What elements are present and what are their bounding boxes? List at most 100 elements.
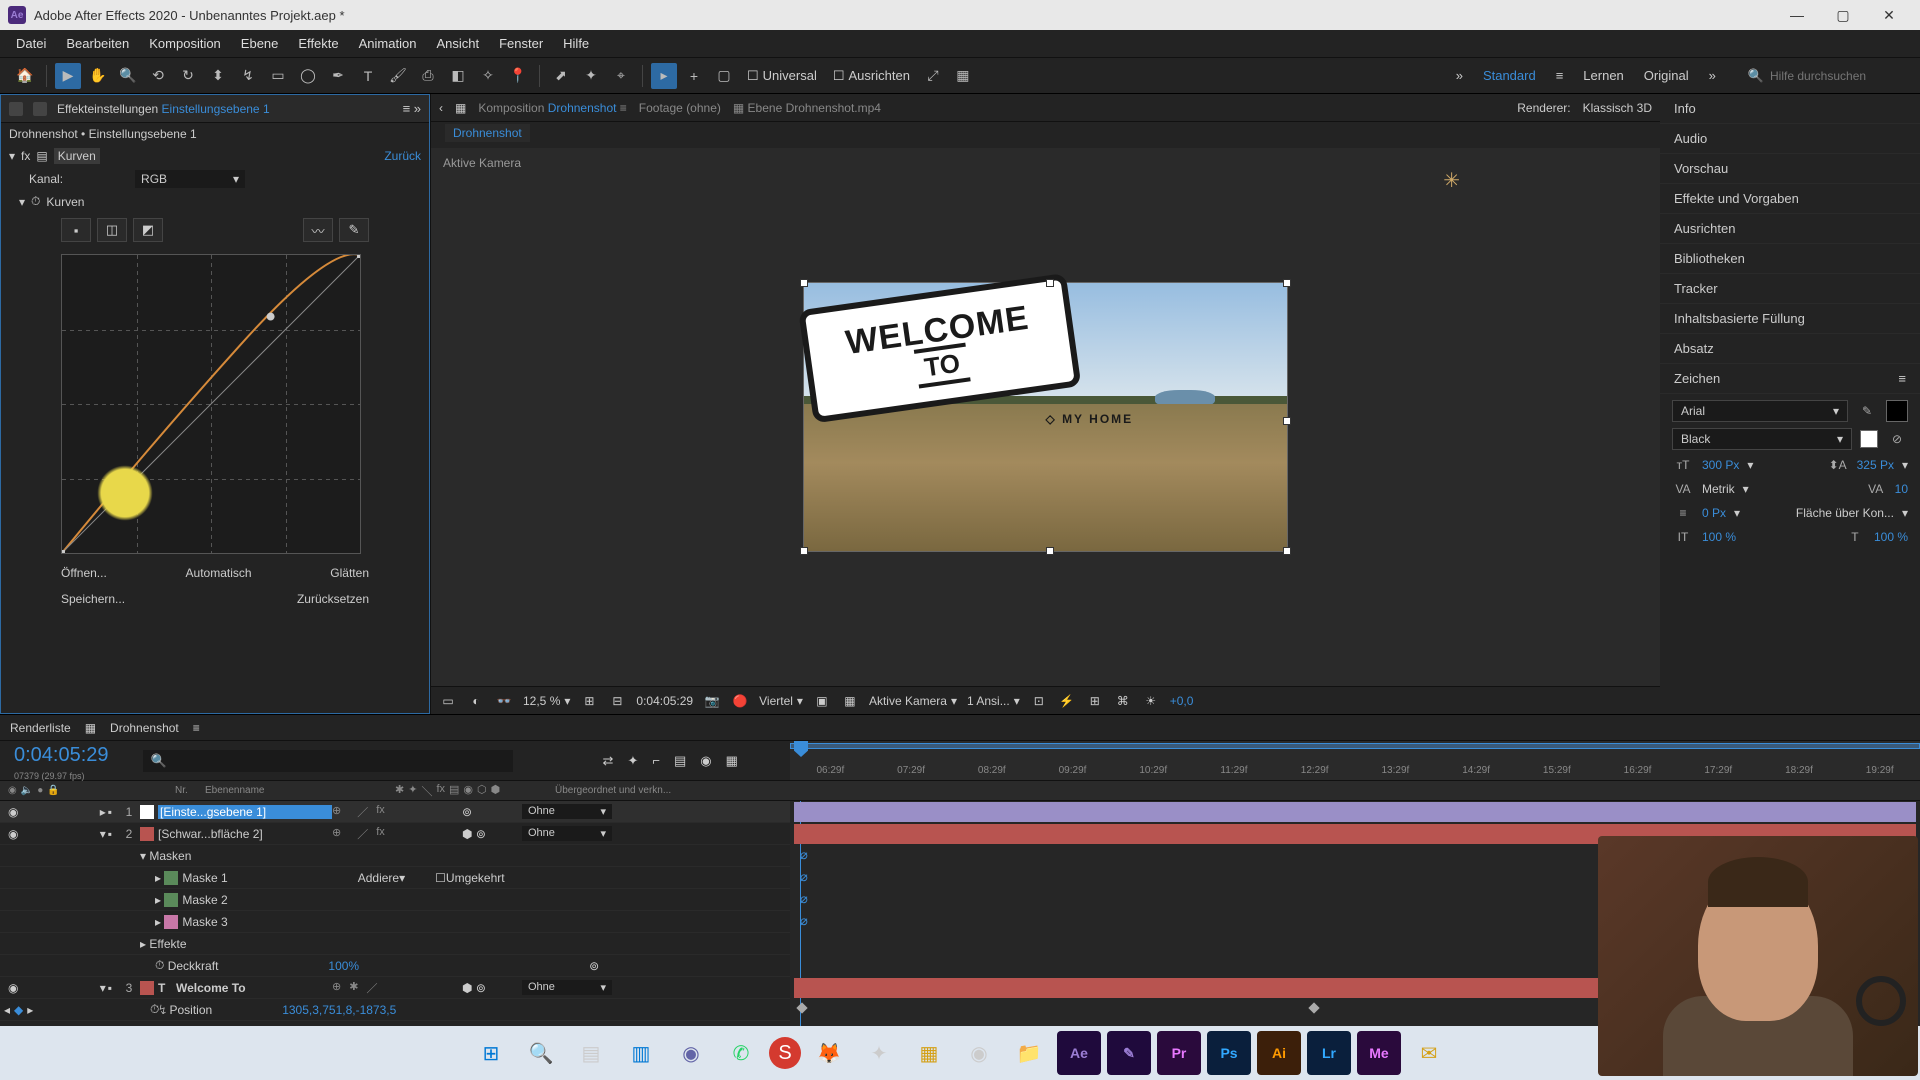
taskbar-lr[interactable]: Lr — [1307, 1031, 1351, 1075]
magnify-icon[interactable]: ▭ — [439, 693, 457, 709]
current-time-indicator[interactable] — [794, 741, 808, 780]
time-ruler[interactable]: 06:29f 07:29f 08:29f 09:29f 10:29f 11:29… — [790, 741, 1920, 781]
curves-graph[interactable] — [61, 254, 361, 554]
curve-mode-linear[interactable]: ◫ — [97, 218, 127, 242]
local-axis[interactable]: ⬈ — [548, 63, 574, 89]
layer-search[interactable]: 🔍 — [143, 750, 513, 772]
menu-ebene[interactable]: Ebene — [231, 32, 289, 55]
menu-hilfe[interactable]: Hilfe — [553, 32, 599, 55]
exposure-value[interactable]: +0,0 — [1170, 694, 1194, 708]
help-search-input[interactable] — [1770, 69, 1910, 83]
mask-2[interactable]: ▸ Maske 2 — [0, 889, 790, 911]
mask-mode-icon[interactable]: ▦ — [950, 63, 976, 89]
tab-timeline-menu[interactable]: ≡ — [193, 721, 200, 735]
col-visibility-icon[interactable]: ◉ — [8, 785, 17, 796]
panel-lock-icon[interactable] — [33, 102, 47, 116]
col-audio-icon[interactable]: 🔈 — [21, 785, 33, 796]
extra-menu-icon[interactable]: » — [1456, 68, 1463, 83]
taskbar-app-red[interactable]: S — [769, 1037, 801, 1069]
home-button[interactable]: 🏠 — [12, 63, 38, 89]
curve-mode-bezier[interactable]: ▪ — [61, 218, 91, 242]
layer-twirl[interactable]: ▾ — [100, 827, 106, 841]
minimize-button[interactable]: — — [1774, 0, 1820, 30]
curves-reset-button[interactable]: Zurücksetzen — [297, 592, 369, 606]
channel-dropdown[interactable]: RGB▾ — [135, 170, 245, 188]
effect-controls-tab[interactable]: Effekteinstellungen Einstellungsebene 1 — [57, 102, 270, 116]
world-axis[interactable]: ✦ — [578, 63, 604, 89]
tab-footage[interactable]: Footage (ohne) — [639, 101, 721, 115]
menu-ansicht[interactable]: Ansicht — [426, 32, 489, 55]
snapping-toggle[interactable]: ☐Universal — [739, 68, 825, 84]
curve-mode-freehand[interactable]: ◩ — [133, 218, 163, 242]
selection-tool[interactable]: ▶ — [55, 63, 81, 89]
layer-row-1[interactable]: ◉ ▸▪ 1 [Einste...gsebene 1] ⊕／fx ⊚ Ohne▾ — [0, 801, 790, 823]
taskbar-files[interactable]: 📁 — [1007, 1031, 1051, 1075]
view-axis[interactable]: ⌖ — [608, 63, 634, 89]
views-count-dropdown[interactable]: 1 Ansi... ▾ — [967, 694, 1020, 708]
menu-animation[interactable]: Animation — [349, 32, 427, 55]
puppet-tool[interactable]: 📍 — [505, 63, 531, 89]
panel-ausrichten[interactable]: Ausrichten — [1660, 214, 1920, 244]
tab-composition[interactable]: Komposition Drohnenshot ≡ — [478, 101, 626, 115]
taskbar-teams[interactable]: ◉ — [669, 1031, 713, 1075]
stopwatch-icon[interactable]: ⏱ — [155, 958, 164, 973]
zoom-tool[interactable]: 🔍 — [115, 63, 141, 89]
parent-pickwhip-icon[interactable]: ⊚ — [476, 981, 486, 995]
panel-info[interactable]: Info — [1660, 94, 1920, 124]
channel-icon[interactable]: 🔴 — [731, 693, 749, 709]
comp-viewer[interactable]: Aktive Kamera ✳ ◇ MY HOME WELCOME TO — [431, 148, 1660, 686]
work-area-bar[interactable] — [790, 743, 1920, 749]
roi-icon[interactable]: ▣ — [813, 693, 831, 709]
curves-smooth-button[interactable]: Glätten — [330, 566, 369, 580]
flowchart-icon[interactable]: ⌘ — [1114, 693, 1132, 709]
parent-dropdown-3[interactable]: Ohne▾ — [522, 980, 612, 995]
light-gizmo-icon[interactable]: ✳ — [1443, 168, 1460, 193]
font-family-dropdown[interactable]: Arial▾ — [1672, 400, 1848, 422]
fill-color-swatch[interactable] — [1886, 400, 1908, 422]
comp-mini-flowchart-icon[interactable]: ⇄ — [603, 753, 614, 769]
taskbar-ai[interactable]: Ai — [1257, 1031, 1301, 1075]
proportional-icon[interactable]: ⤢ — [920, 63, 946, 89]
mask-icon[interactable]: 👓 — [495, 693, 513, 709]
menu-komposition[interactable]: Komposition — [139, 32, 231, 55]
track-bar-1[interactable] — [794, 802, 1916, 822]
tab-timeline-lock[interactable]: ▦ — [85, 721, 96, 735]
taskbar-ae[interactable]: Ae — [1057, 1031, 1101, 1075]
col-solo-icon[interactable]: ● — [37, 785, 43, 796]
resolution-dropdown[interactable]: Viertel ▾ — [759, 694, 803, 708]
layer-name-1[interactable]: [Einste...gsebene 1] — [158, 805, 332, 819]
parent-pickwhip-icon[interactable]: ⊚ — [462, 805, 472, 819]
panel-content-fill[interactable]: Inhaltsbasierte Füllung — [1660, 304, 1920, 334]
position-row[interactable]: ◂◆▸ ⏱↯ Position 1305,3,751,8,-1873,5 — [0, 999, 790, 1021]
eraser-tool[interactable]: ◧ — [445, 63, 471, 89]
text-tool[interactable]: T — [355, 63, 381, 89]
graph-editor-icon[interactable]: ▦ — [726, 753, 738, 769]
snapshot-icon[interactable]: 📷 — [703, 693, 721, 709]
parent-dropdown-2[interactable]: Ohne▾ — [522, 826, 612, 841]
close-button[interactable]: ✕ — [1866, 0, 1912, 30]
font-size-value[interactable]: 300 Px — [1702, 458, 1739, 472]
renderer-value[interactable]: Klassisch 3D — [1583, 101, 1652, 115]
frame-blend-icon[interactable]: ▤ — [674, 753, 686, 769]
layer-row-3[interactable]: ◉ ▾▪ 3 T Welcome To ⊕✱／ ⬢ ⊚ Ohne▾ — [0, 977, 790, 999]
panel-audio[interactable]: Audio — [1660, 124, 1920, 154]
current-timecode[interactable]: 0:04:05:29 — [0, 740, 123, 771]
stroke-width-value[interactable]: 0 Px — [1702, 506, 1726, 520]
visibility-toggle[interactable]: ◉ — [8, 981, 18, 995]
orbit-tool[interactable]: ⟲ — [145, 63, 171, 89]
curves-twirl-icon[interactable]: ▾ — [19, 195, 25, 209]
align-toggle[interactable]: ☐Ausrichten — [825, 68, 918, 84]
taskbar-search[interactable]: 🔍 — [519, 1031, 563, 1075]
comp-lock-icon[interactable]: ▦ — [455, 101, 466, 115]
opacity-value[interactable]: 100% — [328, 959, 359, 973]
timeline-icon[interactable]: ⊞ — [1086, 693, 1104, 709]
parent-pickwhip-icon[interactable]: ⊚ — [476, 827, 486, 841]
workspace-more[interactable]: » — [1709, 68, 1716, 83]
taskbar-whatsapp[interactable]: ✆ — [719, 1031, 763, 1075]
3d-layer-icon[interactable]: ⬢ — [462, 827, 472, 841]
draft3d-icon[interactable]: ✦ — [627, 753, 638, 769]
brush-tool[interactable]: 🖌 — [385, 63, 411, 89]
col-lock-icon[interactable]: 🔒 — [47, 785, 59, 796]
add-keyframe-icon[interactable]: ◆ — [14, 1003, 23, 1017]
taskbar-me[interactable]: ✎ — [1107, 1031, 1151, 1075]
